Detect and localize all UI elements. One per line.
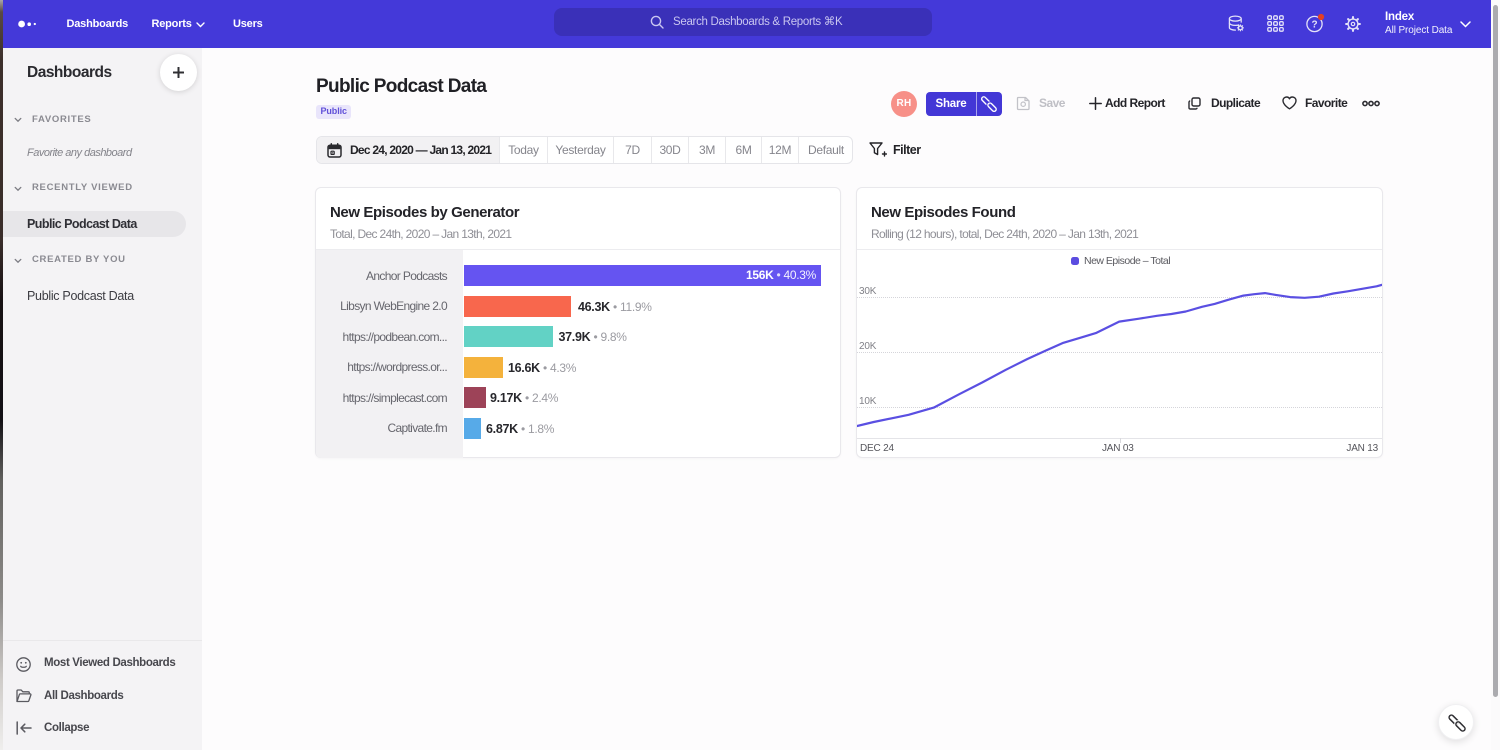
svg-text:?: ? <box>1311 20 1317 31</box>
